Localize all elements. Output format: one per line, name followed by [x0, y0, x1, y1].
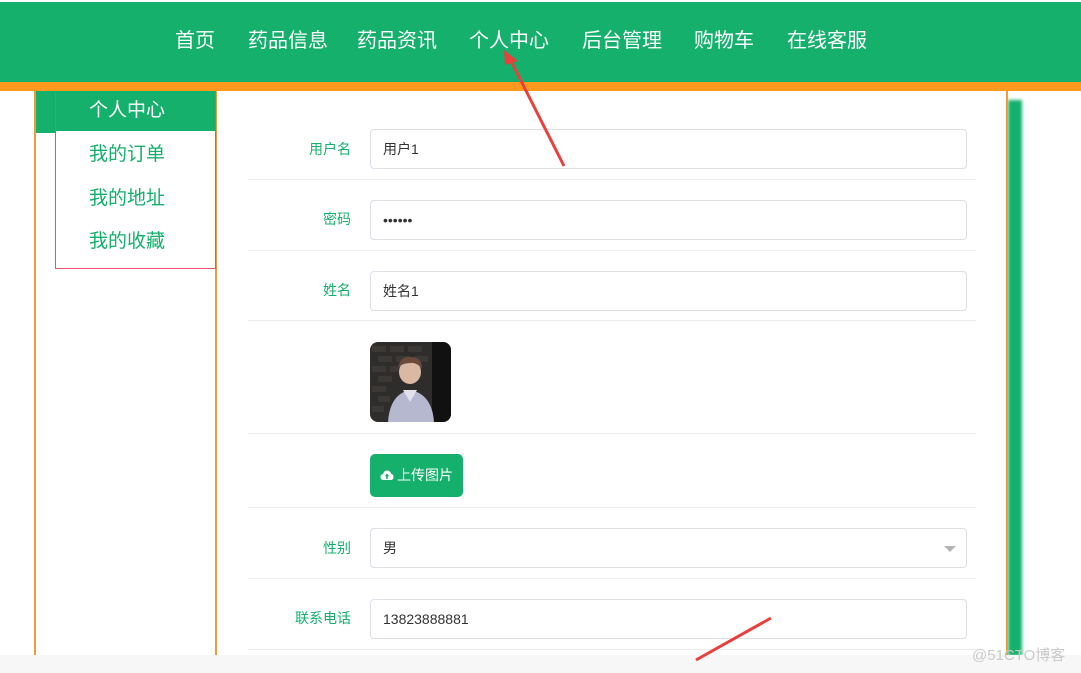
nav-admin[interactable]: 后台管理: [582, 27, 662, 55]
row-divider: [248, 578, 976, 579]
nav-drug-info[interactable]: 药品信息: [248, 27, 328, 55]
nav-online-service[interactable]: 在线客服: [787, 27, 867, 55]
nav-cart[interactable]: 购物车: [694, 27, 754, 55]
avatar-image: [370, 342, 451, 422]
row-divider: [248, 320, 976, 321]
nav-home[interactable]: 首页: [175, 27, 215, 55]
sidebar-item-my-address[interactable]: 我的地址: [56, 179, 215, 219]
gender-label: 性别: [323, 540, 351, 556]
password-label: 密码: [323, 211, 351, 227]
accent-bar: [0, 82, 1081, 91]
upload-image-button[interactable]: 上传图片: [370, 454, 463, 497]
watermark-text: @51CTO博客: [972, 647, 1066, 664]
main-menu: 首页 药品信息 药品资讯 个人中心 后台管理 购物车 在线客服: [0, 2, 1081, 82]
row-divider: [248, 433, 976, 434]
sidebar-item-my-favorites[interactable]: 我的收藏: [56, 222, 215, 262]
username-input[interactable]: [370, 129, 967, 169]
phone-label: 联系电话: [295, 610, 351, 626]
nav-drug-news[interactable]: 药品资讯: [357, 27, 437, 55]
cloud-upload-icon: [380, 455, 394, 498]
sidebar-item-personal-center[interactable]: 个人中心: [56, 91, 215, 131]
password-input[interactable]: [370, 200, 967, 240]
phone-input[interactable]: [370, 599, 967, 639]
row-divider: [248, 250, 976, 251]
sidebar-menu: 个人中心 我的订单 我的地址 我的收藏: [55, 91, 216, 269]
avatar-photo-icon: [370, 342, 451, 422]
row-divider: [248, 507, 976, 508]
sidebar-active-highlight: [36, 91, 56, 133]
row-divider: [248, 179, 976, 180]
name-label: 姓名: [323, 282, 351, 298]
upload-button-label: 上传图片: [397, 467, 453, 483]
nav-personal-center[interactable]: 个人中心: [469, 27, 549, 55]
sidebar-item-my-orders[interactable]: 我的订单: [56, 135, 215, 175]
gender-select[interactable]: [370, 528, 967, 568]
username-label: 用户名: [309, 141, 351, 157]
top-navbar: 首页 药品信息 药品资讯 个人中心 后台管理 购物车 在线客服: [0, 2, 1081, 82]
right-edge-decoration: [1008, 100, 1022, 656]
chevron-down-icon[interactable]: [944, 546, 956, 552]
name-input[interactable]: [370, 271, 967, 311]
bottom-fade: [0, 655, 1081, 673]
row-divider: [248, 649, 976, 650]
